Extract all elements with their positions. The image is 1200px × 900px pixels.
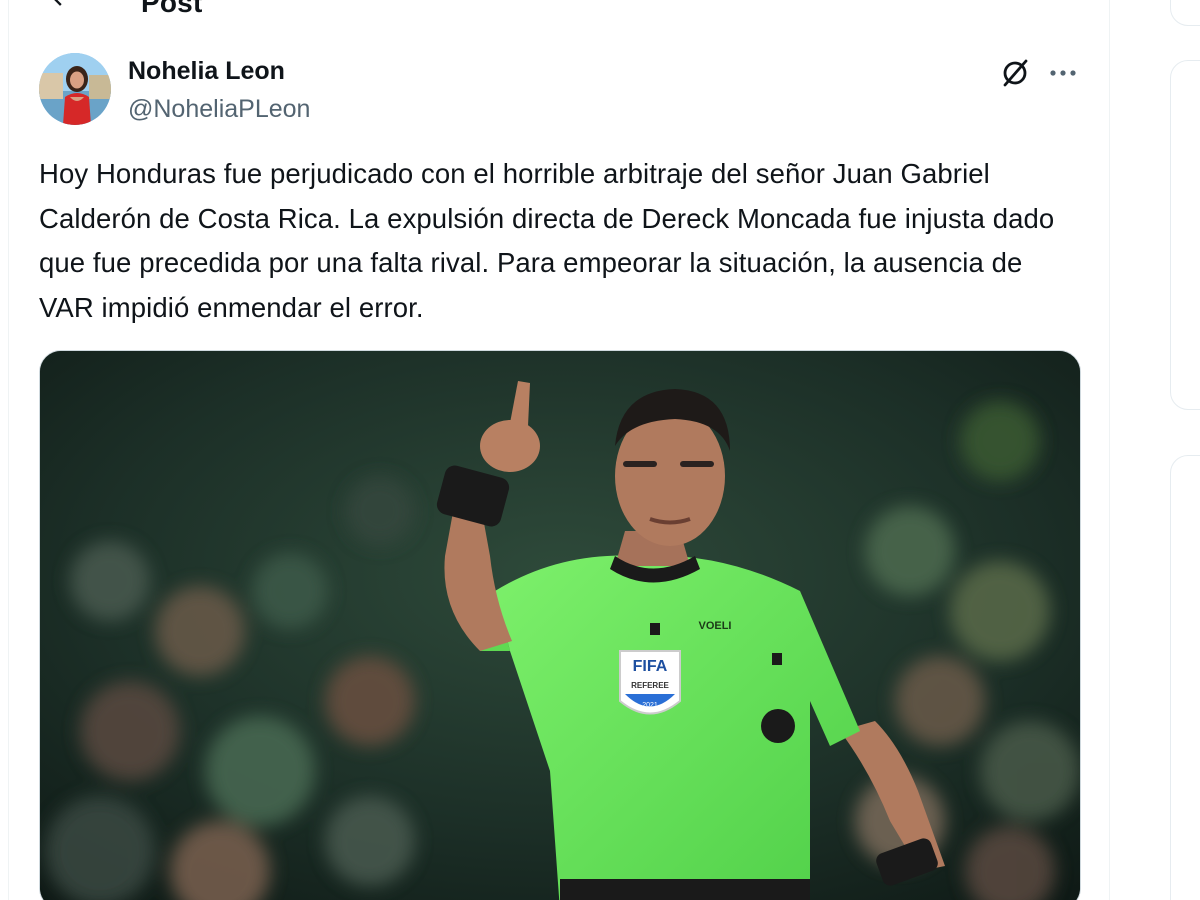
author-display-name[interactable]: Nohelia Leon (128, 56, 285, 86)
sidebar-card (1170, 455, 1200, 900)
badge-year-text: 2021 (642, 702, 658, 709)
arrow-left-icon[interactable] (42, 0, 82, 18)
sidebar-card (1170, 60, 1200, 410)
page-title: Post (141, 0, 203, 18)
more-horizontal-icon[interactable] (1045, 56, 1081, 90)
shirt-brand-text: VOELI (698, 620, 731, 632)
primary-column: Post Nohelia Leon @NoheliaPLeon Hoy Hond… (8, 0, 1110, 900)
grok-icon[interactable] (998, 56, 1032, 90)
post-image[interactable]: FIFA REFEREE 2021 VOELI (39, 350, 1081, 900)
post-text: Hoy Honduras fue perjudicado con el horr… (39, 158, 1055, 323)
header-bar: Post (9, 0, 1109, 22)
avatar[interactable] (39, 53, 111, 125)
badge-referee-text: REFEREE (631, 681, 669, 690)
right-sidebar (1110, 0, 1200, 900)
badge-fifa-text: FIFA (633, 658, 668, 675)
author-handle[interactable]: @NoheliaPLeon (128, 94, 310, 124)
sidebar-search-box[interactable] (1170, 0, 1200, 26)
